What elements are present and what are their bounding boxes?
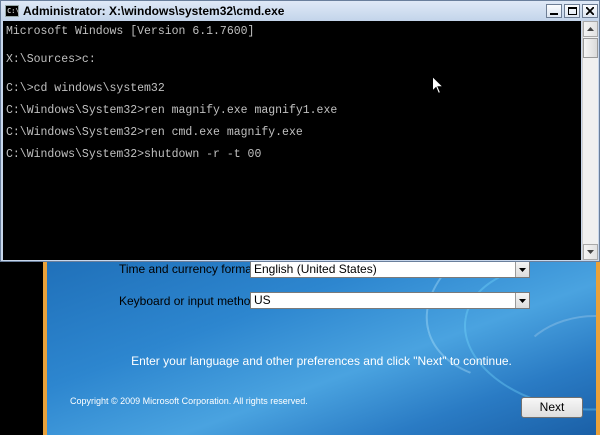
setup-instruction-text: Enter your language and other preference… <box>131 354 512 368</box>
cmd-icon[interactable]: C:\ <box>5 5 20 17</box>
close-button[interactable] <box>582 4 598 18</box>
dropdown-arrow-icon[interactable] <box>515 293 529 308</box>
maximize-button[interactable] <box>564 4 580 18</box>
mouse-pointer-icon <box>432 76 444 95</box>
keyboard-input-select[interactable]: US <box>250 292 530 309</box>
time-currency-select[interactable]: English (United States) <box>250 261 530 278</box>
keyboard-input-value: US <box>254 293 271 307</box>
scroll-down-arrow-icon <box>587 250 594 254</box>
vertical-scrollbar[interactable] <box>582 21 598 260</box>
maximize-icon <box>567 7 577 15</box>
copyright-text: Copyright © 2009 Microsoft Corporation. … <box>70 396 308 406</box>
console-output[interactable]: Microsoft Windows [Version 6.1.7600] X:\… <box>3 21 581 260</box>
time-currency-label: Time and currency format: <box>119 262 259 276</box>
cmd-window-title: Administrator: X:\windows\system32\cmd.e… <box>23 4 285 18</box>
console-line: X:\Sources>c: <box>6 53 96 66</box>
windows-setup-window: Time and currency format: English (Unite… <box>43 255 600 435</box>
console-line: C:\Windows\System32>shutdown -r -t 00 <box>6 148 262 161</box>
console-line: C:\Windows\System32>ren cmd.exe magnify.… <box>6 126 303 139</box>
cmd-title-bar[interactable]: C:\ Administrator: X:\windows\system32\c… <box>1 1 599 21</box>
cmd-window: C:\ Administrator: X:\windows\system32\c… <box>0 0 600 262</box>
minimize-icon <box>550 13 558 15</box>
time-currency-value: English (United States) <box>254 262 377 276</box>
console-line: Microsoft Windows [Version 6.1.7600] <box>6 25 255 38</box>
scroll-up-button[interactable] <box>583 21 598 37</box>
minimize-button[interactable] <box>546 4 562 18</box>
keyboard-input-label: Keyboard or input method: <box>119 294 261 308</box>
next-button[interactable]: Next <box>521 397 583 418</box>
scrollbar-thumb[interactable] <box>583 38 598 58</box>
scroll-down-button[interactable] <box>583 244 598 260</box>
console-line: C:\>cd windows\system32 <box>6 82 165 95</box>
scroll-up-arrow-icon <box>587 27 594 31</box>
console-line: C:\Windows\System32>ren magnify.exe magn… <box>6 104 338 117</box>
close-icon <box>586 7 594 15</box>
dropdown-arrow-icon[interactable] <box>515 262 529 277</box>
